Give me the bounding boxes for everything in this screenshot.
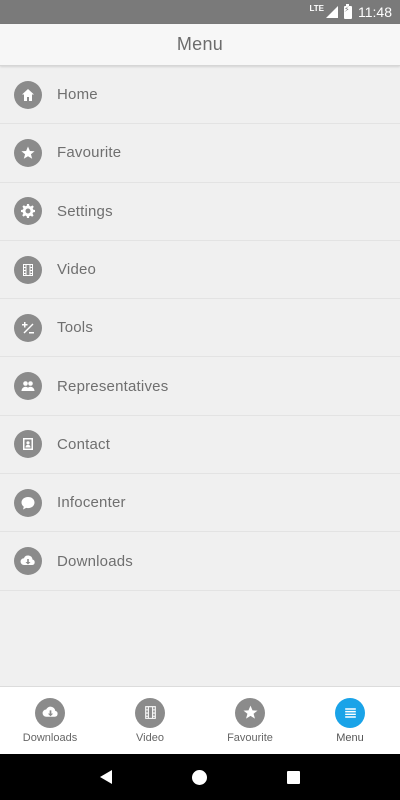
bottom-tab-bar: Downloads Video Favourite Menu <box>0 686 400 754</box>
menu-item-favourite[interactable]: Favourite <box>0 124 400 183</box>
tab-label: Menu <box>336 731 364 744</box>
status-time: 11:48 <box>358 4 392 20</box>
menu-item-contact[interactable]: Contact <box>0 416 400 475</box>
cloud-download-icon <box>35 697 65 728</box>
tab-menu[interactable]: Menu <box>300 687 400 754</box>
menu-item-label: Video <box>57 261 97 279</box>
app-screen: LTE 11:48 Menu Home Favourite Settings <box>0 0 400 800</box>
signal-icon <box>326 6 338 18</box>
menu-item-infocenter[interactable]: Infocenter <box>0 474 400 533</box>
tab-label: Favourite <box>227 731 273 744</box>
menu-item-home[interactable]: Home <box>0 66 400 125</box>
menu-item-representatives[interactable]: Representatives <box>0 357 400 416</box>
system-nav-bar <box>0 754 400 800</box>
battery-icon <box>344 3 352 19</box>
menu-item-settings[interactable]: Settings <box>0 183 400 241</box>
network-type: LTE <box>309 3 324 13</box>
tab-video[interactable]: Video <box>100 687 200 754</box>
home-button-icon[interactable] <box>192 769 207 785</box>
menu-item-label: Contact <box>57 435 111 453</box>
menu-item-tools[interactable]: Tools <box>0 299 400 358</box>
gear-icon <box>14 197 42 226</box>
page-title: Menu <box>176 34 224 54</box>
star-icon <box>14 138 42 167</box>
film-icon <box>135 697 165 728</box>
recent-apps-icon[interactable] <box>287 770 300 784</box>
tab-favourite[interactable]: Favourite <box>200 687 300 754</box>
back-icon[interactable] <box>100 770 112 784</box>
menu-item-label: Downloads <box>57 552 134 570</box>
menu-item-label: Tools <box>57 319 94 337</box>
contact-card-icon <box>14 430 42 459</box>
menu-item-label: Infocenter <box>57 494 126 512</box>
menu-list: Home Favourite Settings Video Tools Repr… <box>0 66 400 591</box>
tab-label: Video <box>136 731 164 744</box>
speech-bubble-icon <box>14 488 42 517</box>
menu-lines-icon <box>335 697 365 728</box>
title-bar: Menu <box>0 24 400 66</box>
film-icon <box>14 255 42 284</box>
tab-label: Downloads <box>22 731 78 744</box>
menu-item-downloads[interactable]: Downloads <box>0 532 400 591</box>
menu-item-video[interactable]: Video <box>0 241 400 300</box>
menu-item-label: Settings <box>57 202 113 220</box>
menu-item-label: Home <box>57 86 98 104</box>
star-icon <box>235 697 265 728</box>
calculator-icon <box>14 313 42 342</box>
status-bar: LTE 11:48 <box>0 0 400 24</box>
menu-item-label: Representatives <box>57 377 169 395</box>
menu-item-label: Favourite <box>57 144 122 162</box>
home-icon <box>14 80 42 109</box>
tab-downloads[interactable]: Downloads <box>0 687 100 754</box>
cloud-download-icon <box>14 547 42 576</box>
people-icon <box>14 372 42 401</box>
